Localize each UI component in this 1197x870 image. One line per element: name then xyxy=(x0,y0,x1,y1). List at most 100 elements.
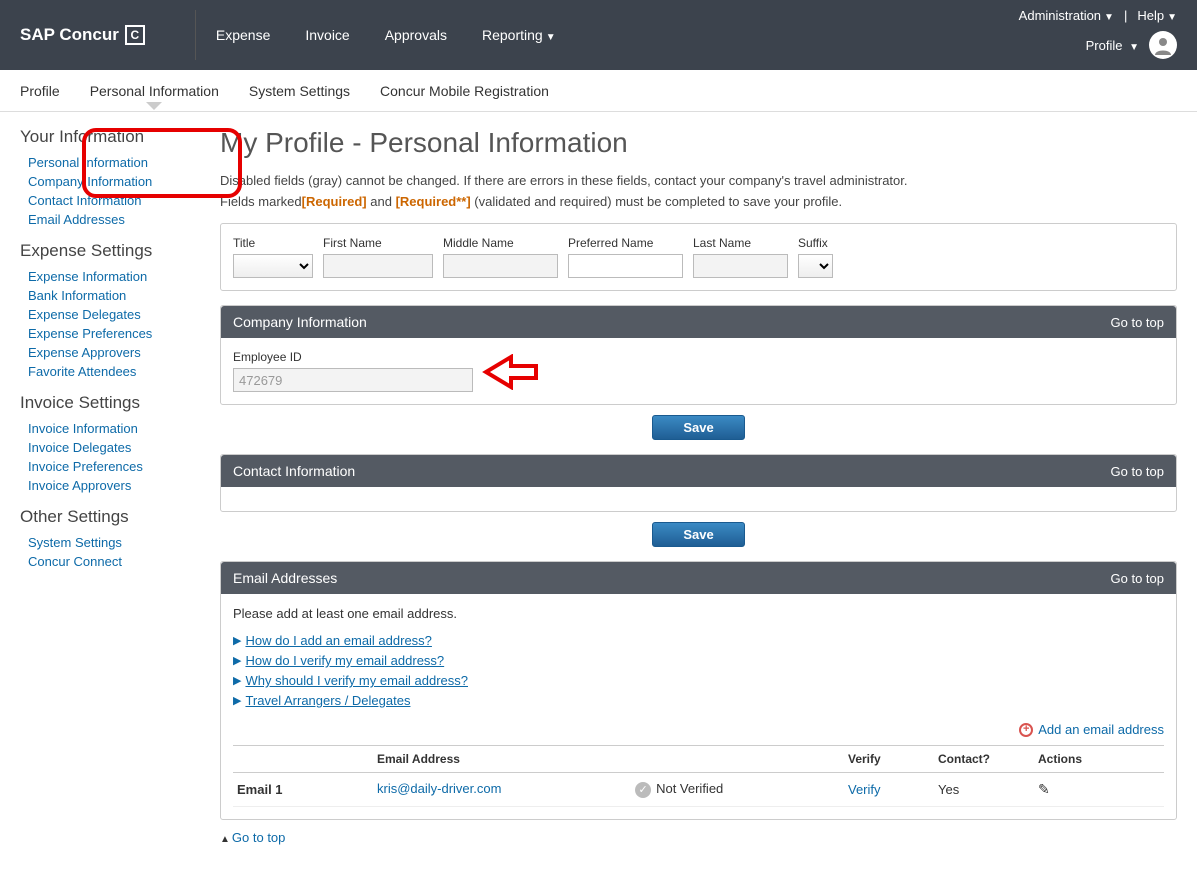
faq-add-email[interactable]: How do I add an email address? xyxy=(245,633,431,648)
triangle-right-icon: ▶ xyxy=(233,654,241,667)
contact-value: Yes xyxy=(934,773,1034,807)
caret-down-icon: ▼ xyxy=(1129,42,1139,53)
description-1: Disabled fields (gray) cannot be changed… xyxy=(220,173,1177,188)
sidebar-expense-delegates[interactable]: Expense Delegates xyxy=(28,307,141,322)
sub-nav: Profile Personal Information System Sett… xyxy=(0,70,1197,112)
title-label: Title xyxy=(233,236,313,250)
caret-down-icon: ▼ xyxy=(1167,12,1177,23)
email-heading: Email Addresses xyxy=(233,570,337,586)
go-to-top-bottom-link[interactable]: Go to top xyxy=(232,830,285,845)
first-name-input[interactable] xyxy=(323,254,433,278)
faq-travel-arrangers[interactable]: Travel Arrangers / Delegates xyxy=(245,693,410,708)
verify-link[interactable]: Verify xyxy=(848,782,881,797)
main-content: My Profile - Personal Information Disabl… xyxy=(220,127,1177,855)
brand-logo: SAP Concur C xyxy=(20,25,145,45)
email-row-label: Email 1 xyxy=(237,782,283,797)
triangle-right-icon: ▶ xyxy=(233,674,241,687)
go-to-top-link[interactable]: Go to top xyxy=(1111,464,1164,479)
subnav-system-settings[interactable]: System Settings xyxy=(249,73,350,109)
col-actions: Actions xyxy=(1034,746,1164,773)
help-link[interactable]: Help▼ xyxy=(1137,8,1177,23)
faq-why-verify[interactable]: Why should I verify my email address? xyxy=(245,673,468,688)
person-icon xyxy=(1153,35,1173,55)
sidebar: Your Information Personal Information Co… xyxy=(20,127,200,855)
faq-verify-email[interactable]: How do I verify my email address? xyxy=(245,653,444,668)
brand-logo-box: C xyxy=(125,25,145,45)
sidebar-bank-info[interactable]: Bank Information xyxy=(28,288,126,303)
title-select[interactable] xyxy=(233,254,313,278)
top-header: SAP Concur C Expense Invoice Approvals R… xyxy=(0,0,1197,70)
edit-pencil-icon[interactable]: ✎ xyxy=(1038,781,1050,797)
sidebar-expense-approvers[interactable]: Expense Approvers xyxy=(28,345,141,360)
brand-text: SAP Concur xyxy=(20,25,119,45)
email-addresses-panel: Email Addresses Go to top Please add at … xyxy=(220,561,1177,820)
profile-link[interactable]: Profile ▼ xyxy=(1086,38,1139,53)
go-to-top-link[interactable]: Go to top xyxy=(1111,315,1164,330)
go-to-top-link[interactable]: Go to top xyxy=(1111,571,1164,586)
col-email: Email Address xyxy=(373,746,844,773)
sidebar-company-info[interactable]: Company Information xyxy=(28,174,152,189)
subnav-concur-mobile[interactable]: Concur Mobile Registration xyxy=(380,73,549,109)
sidebar-email-addresses[interactable]: Email Addresses xyxy=(28,212,125,227)
col-contact: Contact? xyxy=(934,746,1034,773)
sidebar-expense-preferences[interactable]: Expense Preferences xyxy=(28,326,152,341)
main-nav: Expense Invoice Approvals Reporting▼ xyxy=(216,27,556,43)
page-title: My Profile - Personal Information xyxy=(220,127,1177,159)
suffix-select[interactable] xyxy=(798,254,833,278)
col-verify: Verify xyxy=(844,746,934,773)
sidebar-contact-info[interactable]: Contact Information xyxy=(28,193,141,208)
middle-name-input[interactable] xyxy=(443,254,558,278)
company-info-heading: Company Information xyxy=(233,314,367,330)
employee-id-label: Employee ID xyxy=(233,350,1164,364)
save-button[interactable]: Save xyxy=(652,522,744,547)
sidebar-invoice-preferences[interactable]: Invoice Preferences xyxy=(28,459,143,474)
sidebar-invoice-info[interactable]: Invoice Information xyxy=(28,421,138,436)
nav-invoice[interactable]: Invoice xyxy=(305,27,349,43)
divider xyxy=(195,10,196,60)
subnav-personal-info[interactable]: Personal Information xyxy=(90,73,219,109)
last-name-input[interactable] xyxy=(693,254,788,278)
email-address-link[interactable]: kris@daily-driver.com xyxy=(377,781,501,796)
sidebar-invoice-delegates[interactable]: Invoice Delegates xyxy=(28,440,131,455)
check-circle-icon: ✓ xyxy=(635,782,651,798)
nav-expense[interactable]: Expense xyxy=(216,27,270,43)
sidebar-heading-expense: Expense Settings xyxy=(20,241,200,261)
sidebar-system-settings[interactable]: System Settings xyxy=(28,535,122,550)
required-validated-marker: [Required**] xyxy=(396,194,471,209)
name-panel: Title First Name Middle Name Preferred N… xyxy=(220,223,1177,291)
sidebar-invoice-approvers[interactable]: Invoice Approvers xyxy=(28,478,131,493)
save-button[interactable]: Save xyxy=(652,415,744,440)
description-2: Fields marked[Required] and [Required**]… xyxy=(220,194,1177,209)
preferred-name-input[interactable] xyxy=(568,254,683,278)
caret-down-icon: ▼ xyxy=(1104,12,1114,23)
administration-link[interactable]: Administration▼ xyxy=(1019,8,1114,23)
top-right-area: Administration▼ | Help▼ Profile ▼ xyxy=(1019,8,1177,59)
email-table: Email Address Verify Contact? Actions Em… xyxy=(233,745,1164,807)
triangle-right-icon: ▶ xyxy=(233,634,241,647)
triangle-up-icon: ▲ xyxy=(220,834,230,845)
add-email-link[interactable]: + Add an email address xyxy=(1019,722,1164,737)
sidebar-expense-info[interactable]: Expense Information xyxy=(28,269,147,284)
sidebar-personal-info[interactable]: Personal Information xyxy=(28,155,148,170)
divider: | xyxy=(1124,8,1127,23)
sidebar-heading-invoice: Invoice Settings xyxy=(20,393,200,413)
avatar[interactable] xyxy=(1149,31,1177,59)
email-row: Email 1 kris@daily-driver.com ✓ Not Verif… xyxy=(233,773,1164,807)
employee-id-input[interactable] xyxy=(233,368,473,392)
suffix-label: Suffix xyxy=(798,236,833,250)
plus-circle-icon: + xyxy=(1019,723,1033,737)
email-instruction: Please add at least one email address. xyxy=(233,606,1164,621)
middle-name-label: Middle Name xyxy=(443,236,558,250)
sidebar-favorite-attendees[interactable]: Favorite Attendees xyxy=(28,364,136,379)
nav-approvals[interactable]: Approvals xyxy=(385,27,447,43)
first-name-label: First Name xyxy=(323,236,433,250)
contact-info-panel: Contact Information Go to top xyxy=(220,454,1177,512)
contact-info-heading: Contact Information xyxy=(233,463,355,479)
subnav-profile[interactable]: Profile xyxy=(20,73,60,109)
nav-reporting[interactable]: Reporting▼ xyxy=(482,27,556,43)
sidebar-heading-other: Other Settings xyxy=(20,507,200,527)
last-name-label: Last Name xyxy=(693,236,788,250)
sidebar-concur-connect[interactable]: Concur Connect xyxy=(28,554,122,569)
caret-down-icon: ▼ xyxy=(546,32,556,43)
verify-status: Not Verified xyxy=(656,781,723,796)
